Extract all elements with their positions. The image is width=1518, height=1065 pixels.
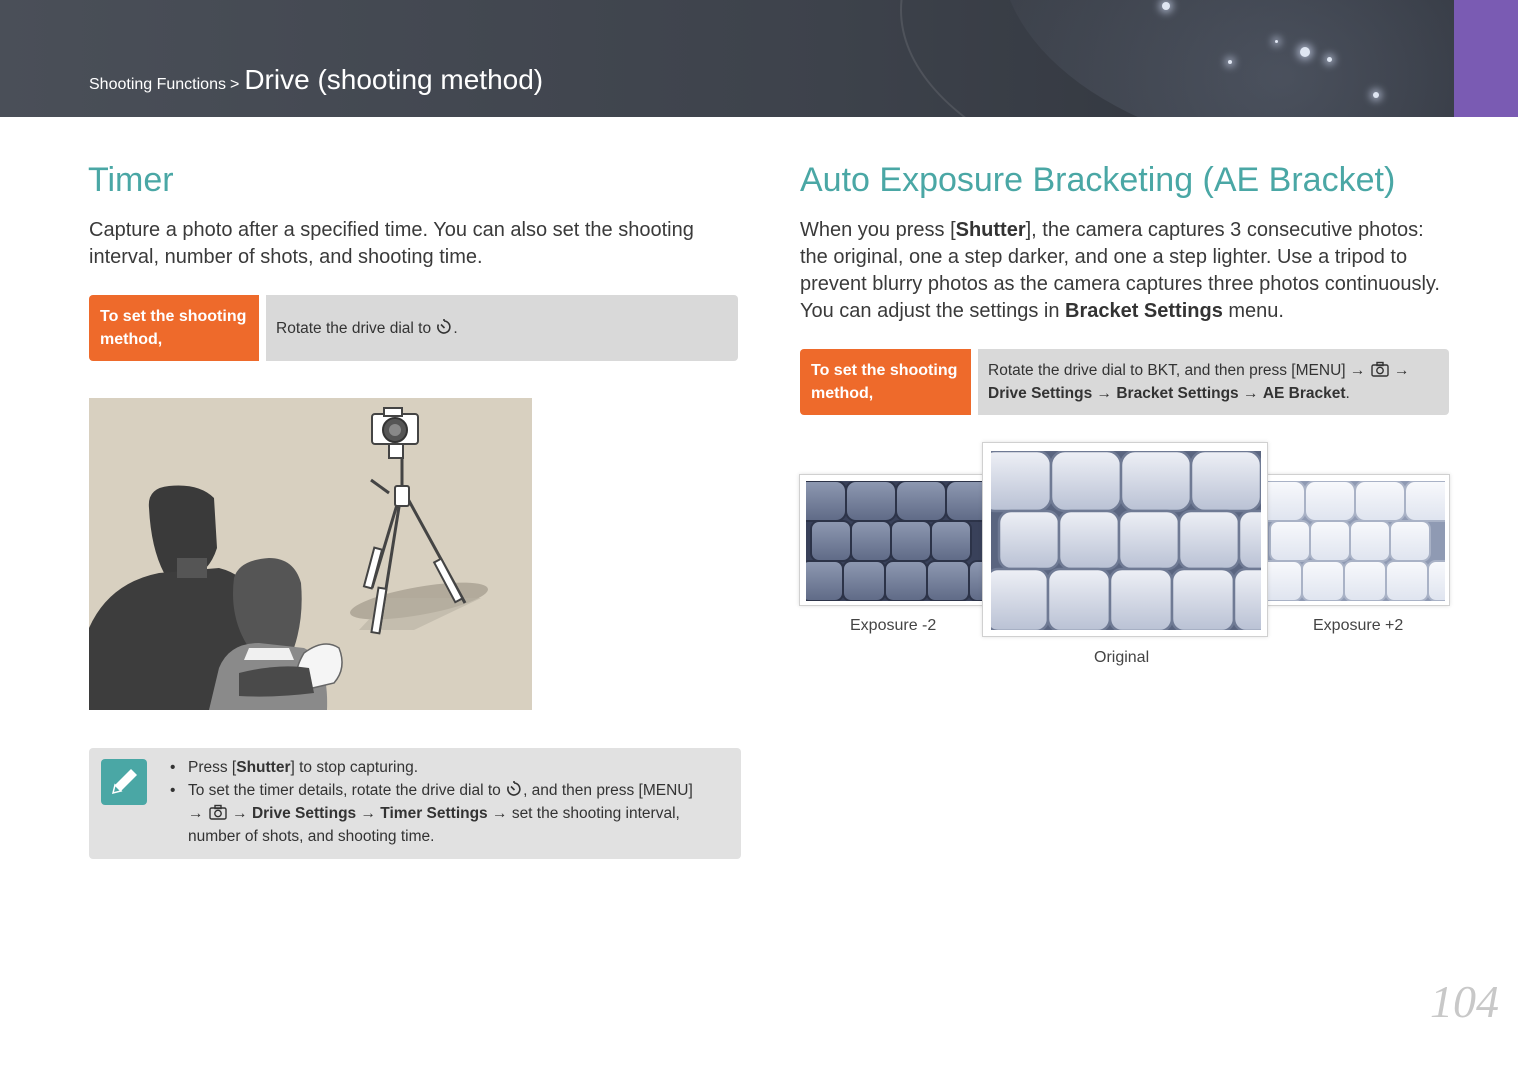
method-content: Rotate the drive dial to .	[266, 295, 738, 361]
note-box: Press [Shutter] to stop capturing. To se…	[89, 748, 741, 859]
ae-bracket-description: When you press [Shutter], the camera cap…	[800, 219, 1440, 322]
breadcrumb-separator: >	[229, 76, 240, 93]
camera-icon	[209, 804, 227, 820]
timer-illustration	[89, 398, 532, 710]
caption-exposure-plus: Exposure +2	[1313, 617, 1404, 634]
menu-key: MENU	[642, 782, 689, 799]
header-sparkle	[1162, 2, 1170, 10]
ae-method-box: To set the shooting method, Rotate the d…	[800, 349, 1449, 415]
method-text-end: .	[453, 319, 458, 337]
timer-icon	[507, 781, 521, 796]
page-title: Drive (shooting method)	[244, 64, 544, 95]
camera-icon	[1371, 361, 1389, 377]
method-content: Rotate the drive dial to BKT, and then p…	[978, 349, 1449, 415]
method-text: Rotate the drive dial to	[276, 319, 432, 337]
exposure-minus-photo	[799, 474, 988, 606]
header-sparkle	[1275, 40, 1278, 43]
page-header: Shooting Functions > Drive (shooting met…	[0, 0, 1518, 117]
timer-description: Capture a photo after a specified time. …	[89, 219, 694, 268]
breadcrumb-section[interactable]: Shooting Functions	[89, 76, 226, 94]
timer-title: Timer	[88, 161, 174, 199]
caption-original: Original	[1094, 649, 1150, 666]
original-photo	[982, 442, 1268, 637]
method-label: To set the shooting method,	[89, 295, 259, 361]
ae-bracket-title: Auto Exposure Bracketing (AE Bracket)	[800, 161, 1396, 199]
timer-method-box: To set the shooting method, Rotate the d…	[89, 295, 738, 361]
header-sparkle	[1300, 47, 1310, 57]
timer-icon	[437, 318, 452, 334]
caption-exposure-minus: Exposure -2	[850, 617, 937, 634]
header-sparkle	[1327, 57, 1332, 62]
header-sparkle	[1228, 60, 1232, 64]
page-number: 104	[1430, 976, 1499, 1027]
exposure-plus-photo	[1258, 474, 1450, 606]
pencil-note-icon	[101, 759, 147, 805]
note-item: To set the timer details, rotate the dri…	[170, 779, 728, 848]
method-label: To set the shooting method,	[800, 349, 971, 415]
menu-key: MENU	[1295, 362, 1342, 379]
header-swoosh	[900, 0, 1518, 117]
bkt-symbol: BKT	[1147, 362, 1176, 379]
chapter-tab[interactable]	[1454, 0, 1518, 117]
header-sparkle	[1373, 92, 1379, 98]
note-item: Press [Shutter] to stop capturing.	[170, 756, 728, 779]
breadcrumb: Shooting Functions > Drive (shooting met…	[89, 64, 543, 100]
